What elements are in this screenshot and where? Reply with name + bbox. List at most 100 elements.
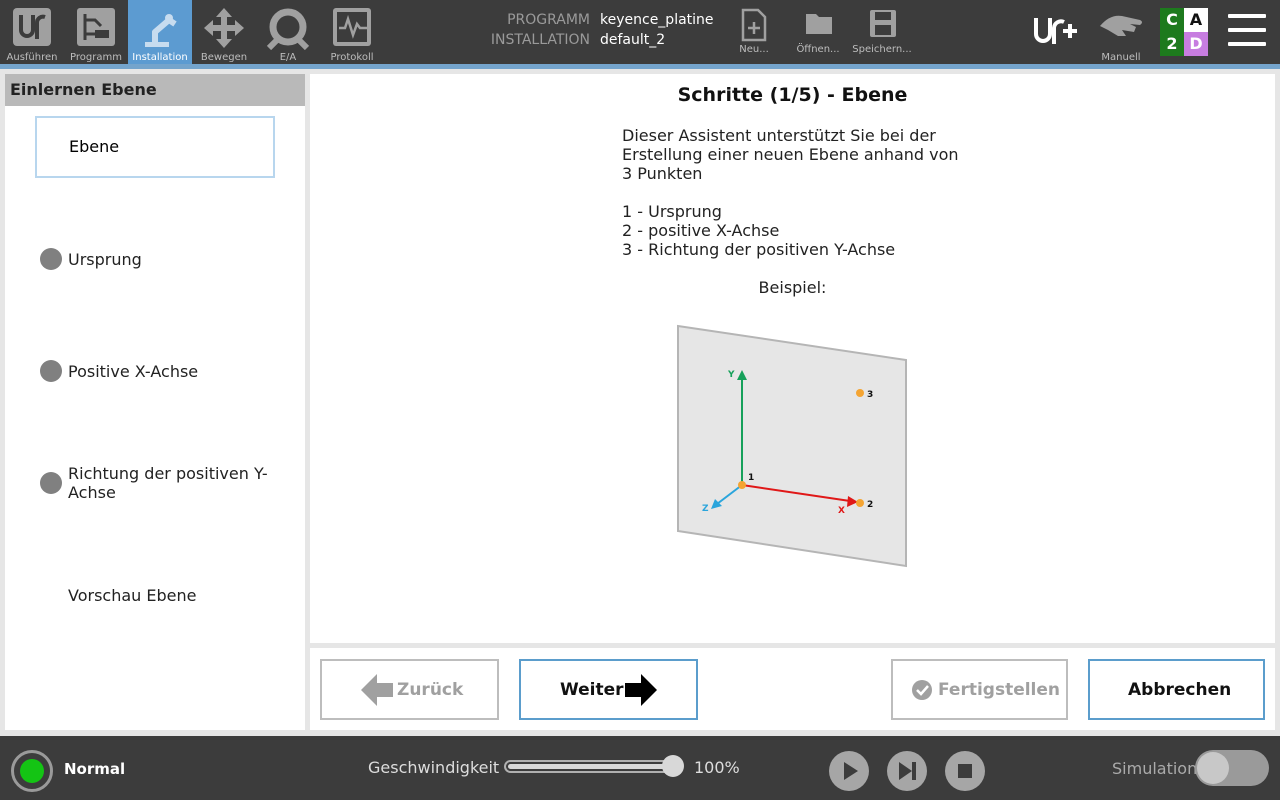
urplus-icon[interactable] bbox=[1032, 14, 1078, 48]
step-y-direction[interactable]: Richtung der positiven Y-Achse bbox=[5, 463, 305, 503]
next-button[interactable]: Weiter bbox=[519, 659, 698, 720]
finish-button[interactable]: Fertigstellen bbox=[891, 659, 1068, 720]
point-item-3: 3 - Richtung der positiven Y-Achse bbox=[622, 240, 896, 259]
simulation-toggle[interactable] bbox=[1195, 750, 1269, 786]
cad-2: 2 bbox=[1160, 32, 1184, 56]
io-icon bbox=[266, 8, 310, 50]
step-plane[interactable]: Ebene bbox=[35, 116, 275, 178]
nav-io[interactable]: E/A bbox=[256, 0, 320, 64]
stop-button[interactable] bbox=[945, 751, 985, 791]
wizard-panel-title: Einlernen Ebene bbox=[5, 74, 305, 106]
point-3-label: 3 bbox=[867, 390, 873, 400]
nav-move[interactable]: Bewegen bbox=[192, 0, 256, 64]
new-file-icon bbox=[741, 8, 767, 42]
step-x-axis-label: Positive X-Achse bbox=[68, 362, 199, 381]
wizard-content: Schritte (1/5) - Ebene Dieser Assistent … bbox=[310, 74, 1275, 643]
speed-value: 100% bbox=[694, 758, 740, 777]
program-tree-icon bbox=[77, 8, 115, 46]
back-button[interactable]: Zurück bbox=[320, 659, 499, 720]
point-1 bbox=[738, 481, 746, 489]
save-icon bbox=[870, 10, 896, 37]
arrow-right-icon bbox=[625, 674, 657, 706]
point-2 bbox=[856, 499, 864, 507]
nav-run-label: Ausführen bbox=[6, 52, 58, 63]
point-2-label: 2 bbox=[867, 500, 873, 510]
cancel-button[interactable]: Abbrechen bbox=[1088, 659, 1265, 720]
top-bar: Ausführen Programm Installation Bewegen … bbox=[0, 0, 1280, 64]
play-icon bbox=[844, 762, 858, 780]
speed-slider-fill bbox=[508, 764, 678, 769]
control-mode-indicator[interactable]: C A 2 D bbox=[1160, 8, 1208, 56]
program-key: PROGRAMM bbox=[507, 12, 590, 28]
mode-label: Manuell bbox=[1101, 52, 1141, 63]
z-axis-label: Z bbox=[702, 504, 709, 514]
arrow-left-icon bbox=[361, 674, 393, 706]
new-label: Neu... bbox=[739, 44, 769, 55]
installation-name: default_2 bbox=[600, 32, 666, 48]
save-label: Speichern... bbox=[852, 44, 912, 55]
status-footer: Normal Geschwindigkeit 100% Simulation bbox=[0, 736, 1280, 800]
speed-label: Geschwindigkeit bbox=[368, 758, 500, 777]
next-label: Weiter bbox=[560, 680, 624, 700]
log-icon bbox=[333, 8, 371, 46]
speed-slider-handle[interactable] bbox=[662, 755, 684, 777]
program-name: keyence_platine bbox=[600, 12, 714, 28]
plane-example-diagram: Y X Z 1 2 3 bbox=[677, 324, 907, 568]
nav-program-label: Programm bbox=[70, 52, 122, 63]
nav-log[interactable]: Protokoll bbox=[320, 0, 384, 64]
open-folder-icon bbox=[806, 14, 832, 34]
plane-shape bbox=[677, 324, 907, 568]
nav-program[interactable]: Programm bbox=[64, 0, 128, 64]
nav-move-label: Bewegen bbox=[200, 52, 248, 63]
step-y-direction-dot bbox=[40, 472, 62, 494]
check-circle-icon bbox=[912, 680, 932, 700]
new-button[interactable]: Neu... bbox=[722, 0, 786, 64]
nav-installation[interactable]: Installation bbox=[128, 0, 192, 64]
description-text: Dieser Assistent unterstützt Sie bei der… bbox=[622, 126, 959, 183]
wizard-description: Dieser Assistent unterstützt Sie bei der… bbox=[622, 126, 982, 259]
point-1-label: 1 bbox=[748, 473, 754, 483]
finish-label: Fertigstellen bbox=[938, 680, 1061, 700]
save-button[interactable]: Speichern... bbox=[850, 0, 914, 64]
wizard-step-title: Schritte (1/5) - Ebene bbox=[677, 84, 908, 106]
nav-installation-label: Installation bbox=[132, 52, 188, 63]
step-origin-label: Ursprung bbox=[68, 250, 142, 269]
back-label: Zurück bbox=[397, 680, 464, 700]
step-button[interactable] bbox=[887, 751, 927, 791]
cad-d: D bbox=[1184, 32, 1208, 56]
robot-status-text: Normal bbox=[64, 760, 126, 778]
robot-arm-icon bbox=[145, 14, 177, 47]
point-item-1: 1 - Ursprung bbox=[622, 202, 722, 221]
robot-status-button[interactable] bbox=[11, 750, 53, 792]
wizard-action-bar: Zurück Weiter Fertigstellen Abbrechen bbox=[310, 648, 1275, 730]
speed-slider[interactable] bbox=[504, 760, 682, 773]
mode-manual[interactable]: Manuell bbox=[1094, 8, 1148, 64]
hamburger-menu-icon[interactable] bbox=[1228, 14, 1268, 50]
status-indicator-icon bbox=[20, 759, 44, 783]
open-button[interactable]: Öffnen... bbox=[786, 0, 850, 64]
step-plane-label: Ebene bbox=[69, 137, 120, 156]
top-bar-accent-line bbox=[0, 64, 1280, 69]
installation-key: INSTALLATION bbox=[490, 32, 590, 48]
point-item-2: 2 - positive X-Achse bbox=[622, 221, 780, 240]
step-origin-dot bbox=[40, 248, 62, 270]
step-y-direction-label: Richtung der positiven Y-Achse bbox=[68, 464, 268, 502]
step-preview-label: Vorschau Ebene bbox=[68, 586, 197, 605]
hand-icon bbox=[1100, 15, 1142, 36]
cad-a: A bbox=[1184, 8, 1208, 32]
ur-logo-icon bbox=[13, 8, 51, 46]
step-origin[interactable]: Ursprung bbox=[5, 248, 305, 272]
wizard-steps-panel: Einlernen Ebene Ebene Ursprung Positive … bbox=[5, 74, 305, 730]
step-preview[interactable]: Vorschau Ebene bbox=[5, 586, 305, 610]
play-button[interactable] bbox=[829, 751, 869, 791]
cad-c: C bbox=[1160, 8, 1184, 32]
simulation-toggle-knob bbox=[1197, 752, 1229, 784]
nav-log-label: Protokoll bbox=[330, 52, 374, 63]
simulation-label: Simulation bbox=[1112, 759, 1198, 778]
step-x-axis-dot bbox=[40, 360, 62, 382]
step-x-axis[interactable]: Positive X-Achse bbox=[5, 360, 305, 384]
open-label: Öffnen... bbox=[796, 44, 840, 55]
stop-icon bbox=[958, 764, 972, 778]
nav-io-label: E/A bbox=[279, 52, 297, 63]
nav-run[interactable]: Ausführen bbox=[0, 0, 64, 64]
